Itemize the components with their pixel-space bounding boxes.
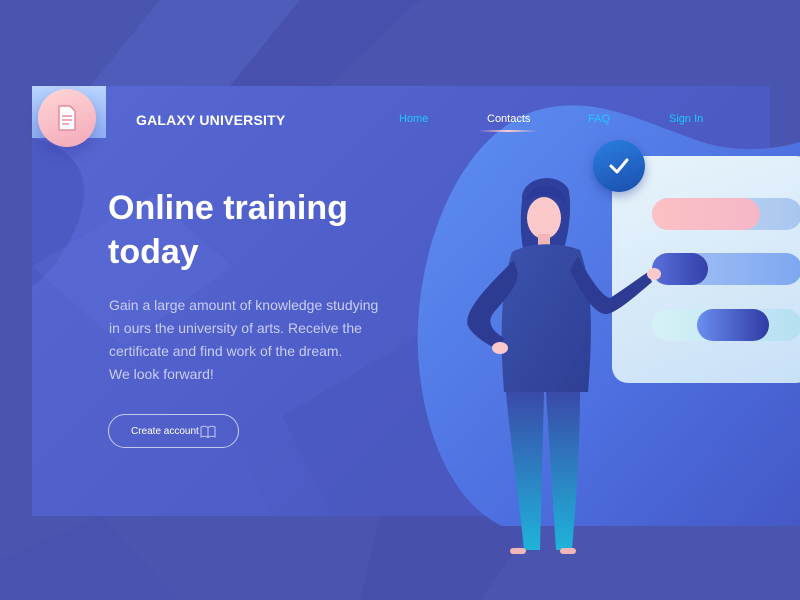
hero-description: Gain a large amount of knowledge studyin…: [109, 294, 409, 386]
brand-name: GALAXY UNIVERSITY: [136, 112, 286, 128]
page-title: Online training today: [108, 186, 408, 274]
progress-bar-3-fill: [697, 309, 769, 341]
book-icon: [200, 425, 216, 438]
create-account-label: Create account: [131, 425, 199, 437]
document-icon: [58, 105, 76, 131]
nav-contacts[interactable]: Contacts: [487, 113, 530, 125]
description-line-4: We look forward!: [109, 366, 214, 382]
title-line-1: Online training: [108, 189, 348, 227]
create-account-button[interactable]: Create account: [108, 414, 239, 448]
person-illustration: [467, 178, 661, 554]
nav-home[interactable]: Home: [399, 113, 428, 125]
nav-sign-in[interactable]: Sign In: [669, 113, 703, 125]
description-line-2: in ours the university of arts. Receive …: [109, 320, 362, 336]
nav-faq[interactable]: FAQ: [588, 113, 610, 125]
description-line-3: certificate and find work of the dream.: [109, 343, 343, 359]
nav-active-indicator: [478, 130, 538, 132]
logo-badge[interactable]: [38, 89, 96, 147]
title-line-2: today: [108, 233, 199, 271]
description-line-1: Gain a large amount of knowledge studyin…: [109, 297, 379, 313]
